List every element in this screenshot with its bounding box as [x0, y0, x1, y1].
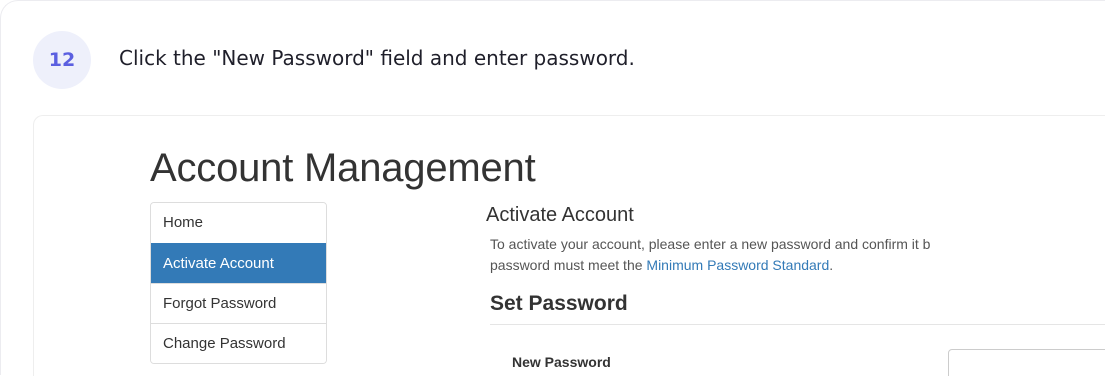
- intro-line-1: To activate your account, please enter a…: [490, 236, 931, 252]
- sidebar-item-forgot-password[interactable]: Forgot Password: [151, 283, 326, 323]
- step-card: 12 Click the "New Password" field and en…: [0, 0, 1105, 376]
- minimum-password-standard-link[interactable]: Minimum Password Standard: [646, 257, 829, 273]
- intro-text: To activate your account, please enter a…: [490, 234, 1105, 276]
- screenshot-panel: Account Management Home Activate Account…: [33, 115, 1105, 376]
- intro-line-2-prefix: password must meet the: [490, 257, 647, 273]
- page-title: Account Management: [150, 146, 536, 190]
- divider: [490, 324, 1105, 325]
- intro-line-2: password must meet the Minimum Password …: [490, 255, 1105, 276]
- new-password-input[interactable]: [948, 349, 1105, 376]
- main-content: Activate Account To activate your accoun…: [486, 204, 1105, 376]
- sidebar-item-home[interactable]: Home: [151, 203, 326, 243]
- step-number-badge: 12: [33, 31, 91, 89]
- intro-line-2-suffix: .: [829, 257, 834, 273]
- new-password-label: New Password: [512, 354, 611, 370]
- section-heading: Activate Account: [486, 204, 634, 226]
- sidebar-nav: Home Activate Account Forgot Password Ch…: [150, 202, 327, 364]
- step-instruction: Click the "New Password" field and enter…: [119, 46, 635, 70]
- sidebar-item-activate-account[interactable]: Activate Account: [151, 243, 326, 283]
- set-password-heading: Set Password: [490, 292, 628, 315]
- sidebar-item-change-password[interactable]: Change Password: [151, 323, 326, 363]
